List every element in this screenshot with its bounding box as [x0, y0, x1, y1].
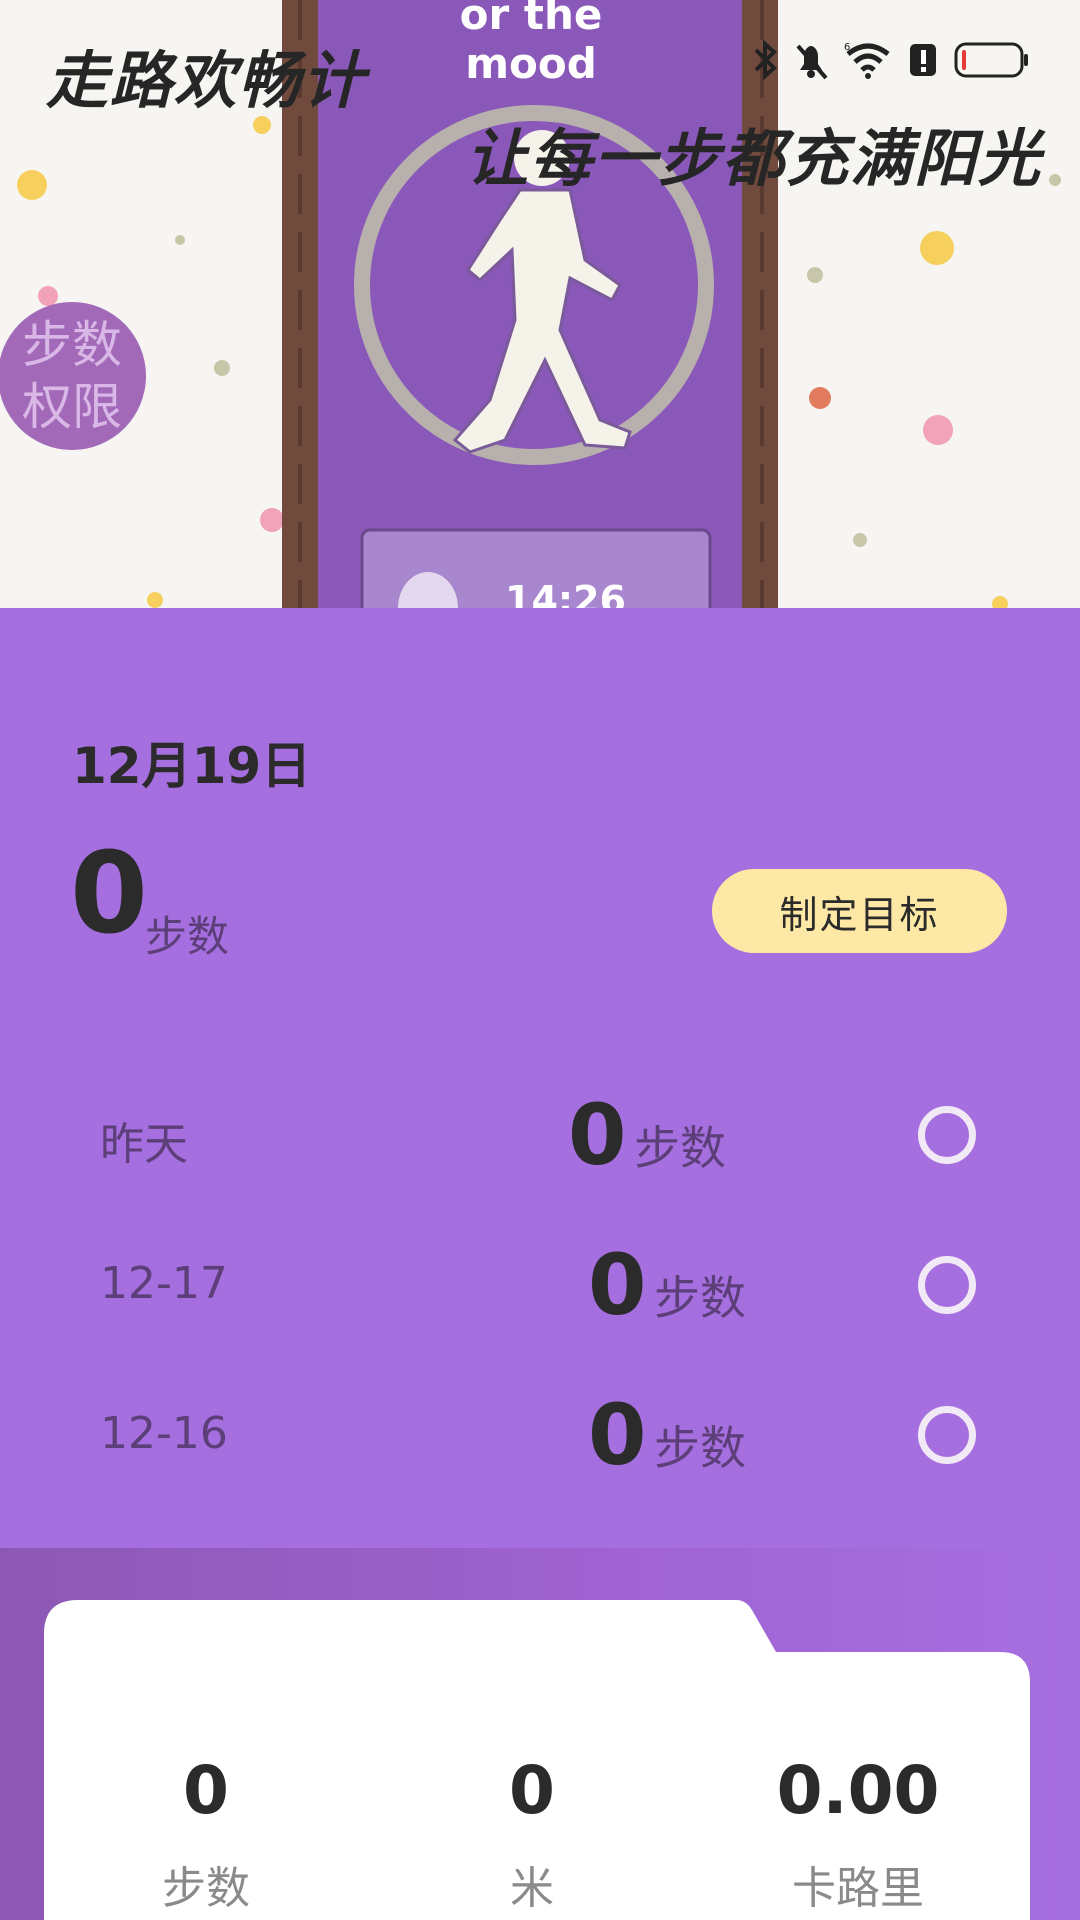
goal-status-circle-icon	[918, 1256, 976, 1314]
stat-steps: 0 步数	[86, 1758, 326, 1916]
history-step-unit: 步数	[654, 1271, 746, 1325]
history-date: 昨天	[100, 1119, 188, 1170]
stat-value: 0	[183, 1752, 229, 1829]
stat-meters: 0 米	[412, 1758, 652, 1916]
svg-text:6: 6	[844, 42, 850, 53]
stat-calories: 0.00 卡路里	[738, 1758, 978, 1916]
history-step-count: 0	[568, 1086, 627, 1184]
today-date: 12月19日	[72, 737, 312, 795]
screen-time: 14:26	[505, 578, 626, 608]
goal-status-circle-icon	[918, 1406, 976, 1464]
bluetooth-icon	[754, 40, 777, 80]
history-row: 昨天 0 步数	[0, 1080, 1080, 1190]
stat-label: 米	[510, 1863, 554, 1914]
history-step-count: 0	[588, 1386, 647, 1484]
history-date: 12-16	[100, 1408, 228, 1459]
history-row: 12-16 0 步数	[0, 1380, 1080, 1490]
app-subtitle: 让每一步都充满阳光	[465, 122, 1042, 195]
history-row: 12-17 0 步数	[0, 1230, 1080, 1340]
wifi-icon: 6	[844, 42, 890, 79]
stats-card-area: 0 步数 0 米 0.00 卡路里	[0, 1548, 1080, 1920]
hero-banner: or the mood 14:26 走路欢畅计 让每一步都充满阳光 6 步数 权…	[0, 0, 1080, 608]
phone-caption: or the mood	[459, 0, 603, 88]
step-permission-button[interactable]: 步数 权限	[0, 302, 146, 450]
status-bar: 6	[752, 34, 1030, 86]
today-step-count: 0	[70, 829, 148, 959]
mute-icon	[796, 44, 828, 80]
history-step-count: 0	[588, 1236, 647, 1334]
history-step-unit: 步数	[634, 1121, 726, 1175]
stat-label: 卡路里	[792, 1863, 924, 1914]
app-title: 走路欢畅计	[46, 44, 367, 117]
stat-value: 0	[509, 1752, 555, 1829]
set-goal-button[interactable]: 制定目标	[712, 869, 1007, 953]
main-panel: 12月19日 0 步数 制定目标 昨天 0 步数 12-17 0 步数 12-1…	[0, 608, 1080, 1920]
permission-label-line2: 权限	[22, 378, 122, 436]
stat-label: 步数	[162, 1863, 250, 1914]
goal-status-circle-icon	[918, 1106, 976, 1164]
battery-icon	[954, 42, 1028, 78]
today-step-unit: 步数	[145, 912, 230, 961]
permission-label-line1: 步数	[22, 316, 122, 374]
stat-value: 0.00	[776, 1752, 940, 1829]
history-step-unit: 步数	[654, 1421, 746, 1475]
history-date: 12-17	[100, 1258, 228, 1309]
alert-icon	[910, 44, 936, 76]
